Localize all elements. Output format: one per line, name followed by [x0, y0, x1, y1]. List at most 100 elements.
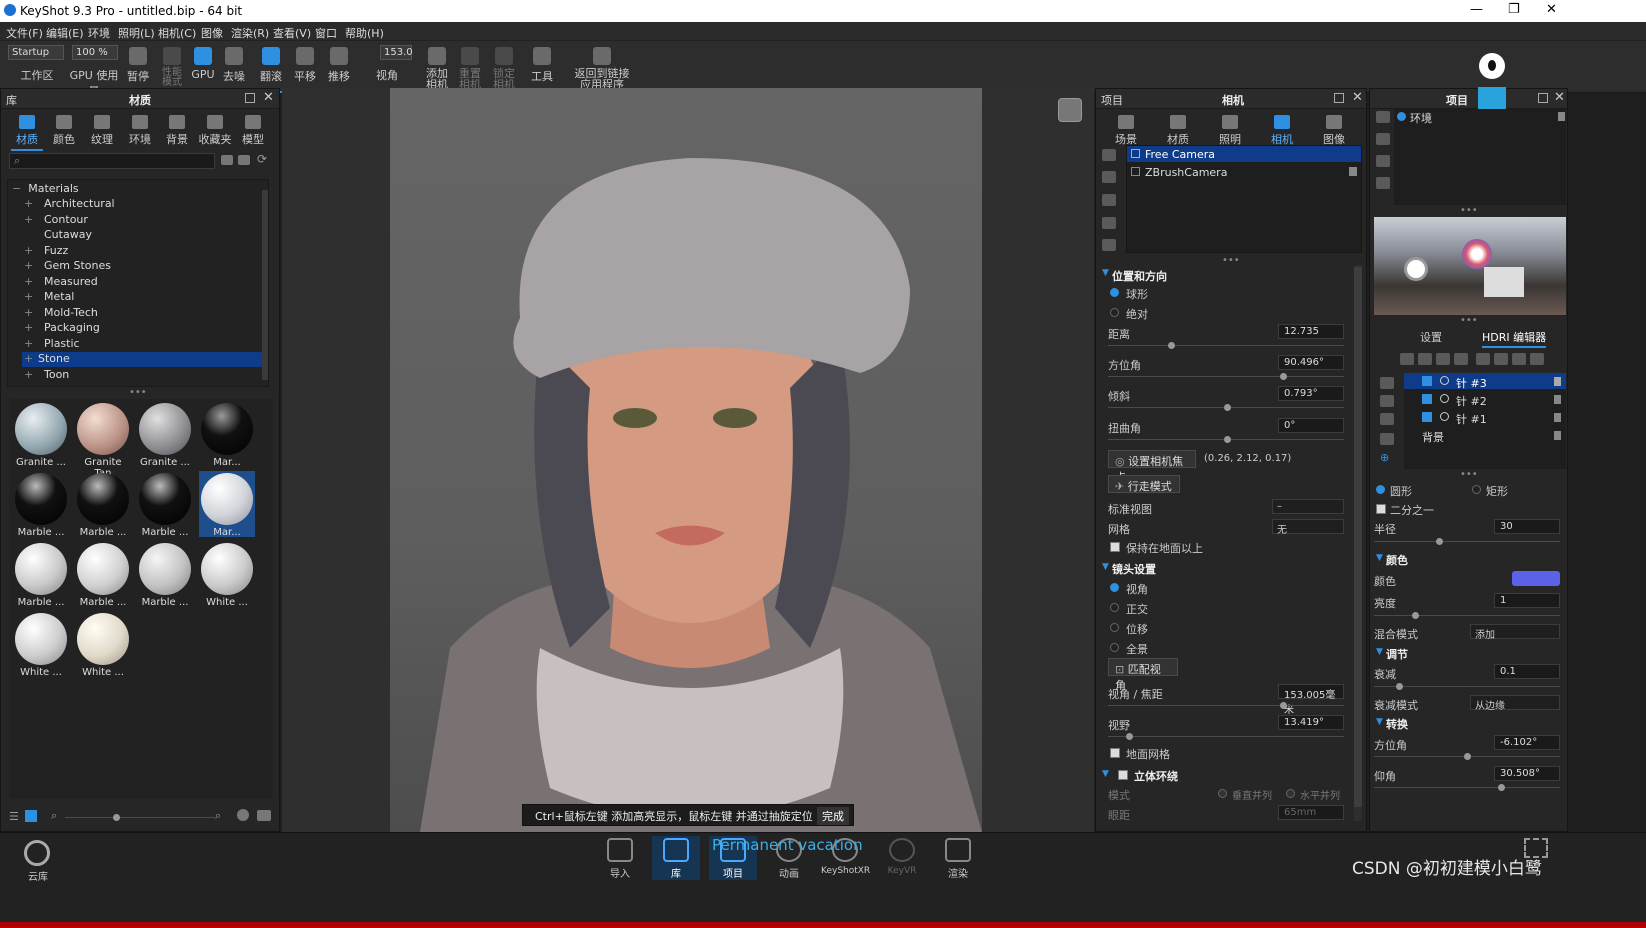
pin-up-icon[interactable]	[1380, 395, 1394, 407]
section-collapse-icon[interactable]: ▼	[1376, 717, 1383, 727]
section-lens-settings[interactable]: 镜头设置	[1112, 561, 1156, 577]
material-thumb-selected[interactable]: Mar...	[199, 471, 255, 538]
zoom-in-icon[interactable]: ⌕	[215, 809, 221, 823]
keyvr-button[interactable]: KeyVR	[878, 836, 926, 876]
tab-favorites[interactable]: 收藏夹	[195, 111, 235, 149]
section-transform[interactable]: 转换	[1386, 716, 1408, 732]
env-copy-icon[interactable]	[1376, 155, 1390, 167]
splitter-dots-icon[interactable]: •••	[1460, 205, 1478, 216]
library-search-input[interactable]: ⌕	[9, 153, 215, 169]
pin-elevation-slider[interactable]	[1374, 784, 1560, 791]
add-camera-button[interactable]: 添加相机	[424, 41, 450, 93]
pin-elevation-input[interactable]: 30.508°	[1494, 766, 1560, 781]
tab-camera[interactable]: 相机	[1262, 111, 1302, 151]
blend-mode-select[interactable]: 添加	[1470, 624, 1560, 641]
pin-down-icon[interactable]	[1380, 413, 1394, 425]
material-thumb[interactable]: Granite ...	[13, 401, 69, 468]
field-of-view-input[interactable]: 13.419°	[1278, 715, 1344, 730]
lock-icon[interactable]	[1554, 413, 1561, 422]
minimize-icon[interactable]: —	[1470, 2, 1483, 17]
menu-image[interactable]: 图像	[201, 25, 223, 41]
pin-visible-checkbox[interactable]	[1422, 394, 1432, 404]
hdri-tool-5-icon[interactable]	[1476, 353, 1490, 365]
tree-item[interactable]: + Mold-Tech	[24, 306, 270, 321]
menu-window[interactable]: 窗口	[315, 25, 337, 41]
refresh-icon[interactable]: ⟳	[257, 152, 267, 166]
grid-select[interactable]: 无	[1272, 519, 1344, 536]
camera-duplicate-icon[interactable]	[1102, 171, 1116, 183]
pan-button[interactable]: 平移	[291, 41, 319, 93]
tools-button[interactable]: 工具	[528, 41, 556, 93]
section-collapse-icon[interactable]: ▼	[1102, 769, 1109, 779]
tab-models[interactable]: 模型	[233, 111, 273, 149]
camera-delete-icon[interactable]	[1102, 194, 1116, 206]
tree-item-selected[interactable]: + Stone	[22, 352, 262, 367]
grid-view-icon[interactable]	[25, 810, 37, 822]
section-position-orientation[interactable]: 位置和方向	[1112, 268, 1167, 284]
stereo-horizontal-radio[interactable]	[1286, 789, 1295, 798]
return-to-app-button[interactable]: 返回到链接应用程序	[570, 41, 634, 93]
folder-add-icon[interactable]	[238, 155, 250, 165]
keyshot-pin-icon[interactable]	[1479, 53, 1505, 79]
material-thumb[interactable]: Mar...	[199, 401, 255, 468]
focal-length-slider[interactable]	[1108, 702, 1344, 709]
distance-input[interactable]: 12.735	[1278, 324, 1344, 339]
float-panel-icon[interactable]	[245, 93, 255, 103]
perspective-button[interactable]: 视角	[372, 41, 402, 93]
menu-view[interactable]: 查看(V)	[273, 25, 311, 41]
menu-lighting[interactable]: 照明(L)	[118, 25, 155, 41]
tab-hdri-editor[interactable]: HDRI 编辑器	[1482, 329, 1547, 348]
tab-backgrounds[interactable]: 背景	[157, 111, 197, 149]
render-button[interactable]: 渲染	[934, 836, 982, 880]
keep-above-ground-checkbox[interactable]	[1110, 542, 1120, 552]
incline-slider[interactable]	[1108, 404, 1344, 411]
ground-grid-checkbox[interactable]	[1110, 748, 1120, 758]
pin-row[interactable]: 针 #2	[1404, 391, 1566, 408]
tree-item[interactable]: + Packaging	[24, 321, 270, 336]
walk-mode-button[interactable]: ✈ 行走模式	[1108, 475, 1180, 493]
section-collapse-icon[interactable]: ▼	[1376, 647, 1383, 657]
material-thumb[interactable]: Marble ...	[13, 471, 69, 538]
material-thumb[interactable]: Marble ...	[137, 471, 193, 538]
camera-panel-scrollbar[interactable]	[1354, 265, 1362, 821]
match-perspective-button[interactable]: ⊡ 匹配视角	[1108, 658, 1178, 692]
hdri-tool-1-icon[interactable]	[1400, 353, 1414, 365]
stereo-vertical-radio[interactable]	[1218, 789, 1227, 798]
absolute-radio[interactable]	[1110, 308, 1119, 317]
fullscreen-icon[interactable]	[1524, 838, 1548, 858]
viewport-hdri-toggle-icon[interactable]	[1058, 98, 1082, 122]
tree-item[interactable]: + Fuzz	[24, 244, 270, 259]
env-add-icon[interactable]	[1376, 111, 1390, 123]
menu-help[interactable]: 帮助(H)	[345, 25, 384, 41]
splitter-dots-icon[interactable]: •••	[1460, 315, 1478, 326]
field-of-view-slider[interactable]	[1108, 733, 1344, 740]
restore-icon[interactable]: ❐	[1508, 2, 1520, 17]
tree-item[interactable]: + Toon	[24, 368, 270, 383]
lock-icon[interactable]	[1554, 431, 1561, 440]
hdri-tool-8-icon[interactable]	[1530, 353, 1544, 365]
menu-render[interactable]: 渲染(R)	[231, 25, 269, 41]
splitter-dots-icon[interactable]: •••	[129, 387, 147, 398]
background-row[interactable]: 背景	[1404, 427, 1566, 444]
azimuth-input[interactable]: 90.496°	[1278, 355, 1344, 370]
section-collapse-icon[interactable]: ▼	[1102, 562, 1109, 572]
camera-reset-icon[interactable]	[1102, 217, 1116, 229]
env-row[interactable]: 环境	[1394, 109, 1566, 125]
zoom-out-icon[interactable]: ⌕	[51, 809, 57, 823]
thumb-size-slider[interactable]	[65, 814, 215, 821]
hdri-light-marker[interactable]	[1462, 239, 1492, 269]
pin-visible-checkbox[interactable]	[1422, 412, 1432, 422]
close-panel-icon[interactable]: ✕	[1554, 90, 1565, 105]
pin-folder-icon[interactable]	[1380, 433, 1394, 445]
float-panel-icon[interactable]	[1538, 93, 1548, 103]
radius-slider[interactable]	[1374, 538, 1560, 545]
menu-camera[interactable]: 相机(C)	[158, 25, 196, 41]
focal-length-input[interactable]: 153.005毫米	[1278, 684, 1344, 716]
gpu-usage-button[interactable]: GPU 使用量	[66, 41, 122, 98]
material-thumb[interactable]: Granite Tan	[75, 401, 131, 479]
lens-panorama-radio[interactable]	[1110, 643, 1119, 652]
tree-item[interactable]: + Architectural	[24, 197, 270, 212]
material-thumb[interactable]: Marble ...	[75, 541, 131, 608]
camera-tool-icon[interactable]	[1102, 149, 1116, 161]
tree-item[interactable]: + Measured	[24, 275, 270, 290]
